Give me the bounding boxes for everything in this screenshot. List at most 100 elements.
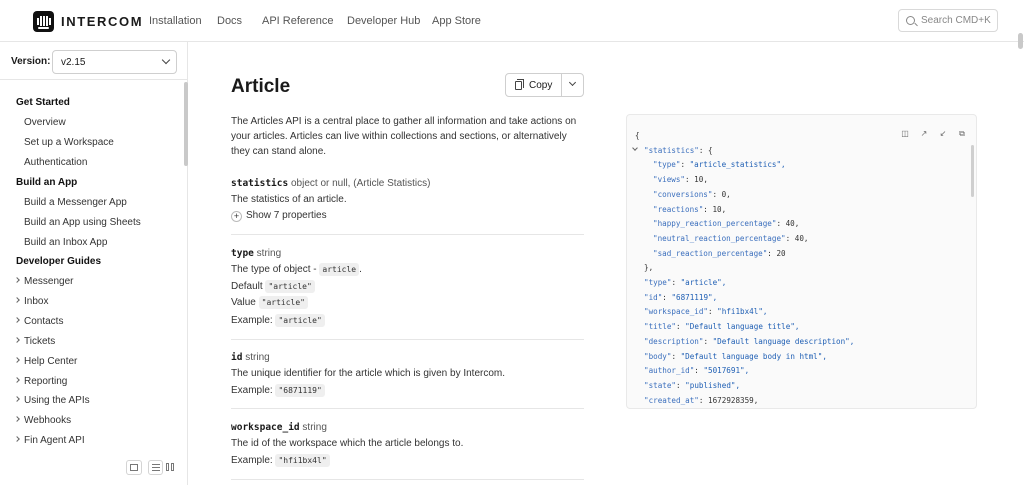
nav-api-reference[interactable]: API Reference [262,15,334,27]
code-line: "happy_reaction_percentage": 40, [653,219,800,229]
sidebar-item-build-messenger-app[interactable]: Build a Messenger App [24,197,127,208]
sidebar-item-messenger[interactable]: Messenger [14,276,74,287]
chevron-right-icon [14,416,20,422]
version-row: Version: v2.15 [0,42,188,80]
version-select[interactable]: v2.15 [52,50,177,74]
divider [231,234,584,235]
page-scrollbar[interactable] [1018,33,1023,49]
stacked-view-icon[interactable] [148,460,163,475]
search-input[interactable]: Search CMD+K [898,9,998,32]
sidebar-item-reporting[interactable]: Reporting [14,376,67,387]
layout-toggle-button[interactable] [126,460,142,475]
nav-app-store[interactable]: App Store [432,15,481,27]
code-line: "author_id": "5017691", [644,366,750,376]
sidebar-item-label: Messenger [24,276,74,287]
sidebar-item-authentication[interactable]: Authentication [24,157,87,168]
search-shortcut: CMD+K [955,15,991,26]
code-line: "workspace_id": "hfi1bx4l", [644,307,768,317]
prop-name: statistics [231,178,289,189]
brand-name[interactable]: INTERCOM [61,14,143,29]
prop-name: type [231,248,254,259]
example-label: Example: [231,455,273,466]
code-line: { [635,131,640,140]
code-scrollbar[interactable] [971,145,974,197]
sidebar-item-using-apis[interactable]: Using the APIs [14,395,90,406]
default-value: "article" [265,280,315,293]
prop-description-end: . [359,264,362,275]
collapse-icon[interactable]: ↙ [939,130,947,138]
code-line: "type": "article", [644,278,727,287]
copy-code-icon[interactable]: ⧉ [958,130,966,138]
value-label: Value [231,297,256,308]
prop-description: The statistics of an article. [231,194,347,205]
code-line: "description": "Default language descrip… [644,336,855,346]
chevron-down-icon[interactable] [568,78,577,87]
prop-value: Value "article" [231,296,308,309]
copy-label: Copy [529,80,553,91]
chevron-right-icon [14,357,20,363]
prop-name: id [231,352,243,363]
prop-type: string [302,422,327,433]
code-line: }, [644,263,654,273]
example-label: Example: [231,385,273,396]
prop-example: Example: "6871119" [231,384,325,397]
prop-description: The id of the workspace which the articl… [231,438,464,449]
divider [231,339,584,340]
code-line: "body": "Default language body in html", [644,351,827,361]
copy-icon [515,79,524,90]
divider [231,408,584,409]
prop-example: Example: "hfi1bx4l" [231,454,330,467]
sidebar-section-developer-guides[interactable]: Developer Guides [16,256,101,267]
side-by-side-view-icon[interactable] [163,460,177,475]
code-line: "reactions": 10, [653,204,727,214]
plus-icon: + [231,211,242,222]
sidebar: Version: v2.15 Get Started Overview Set … [0,42,188,485]
sidebar-item-label: Fin Agent API [24,435,85,446]
code-line: "title": "Default language title", [644,322,800,332]
code-line: "neutral_reaction_percentage": 40, [653,233,809,243]
code-line: "state": "published", [644,380,741,390]
code-line: "views": 10, [653,175,708,185]
collapse-toggle-icon[interactable] [632,145,638,151]
code-sample-panel[interactable]: ◫ ↗ ↙ ⧉ {"statistics": {"type": "article… [626,114,977,409]
code-line: "sad_reaction_percentage": 20 [653,248,786,258]
prop-description: The type of object - article. [231,263,362,276]
sidebar-item-help-center[interactable]: Help Center [14,356,77,367]
sidebar-item-tickets[interactable]: Tickets [14,336,55,347]
copy-button[interactable]: Copy [505,73,584,97]
sidebar-scrollbar[interactable] [184,82,188,166]
sidebar-item-fin-agent-api[interactable]: Fin Agent API [14,435,85,446]
search-icon [906,16,915,25]
sidebar-section-get-started[interactable]: Get Started [16,97,70,108]
divider [231,479,584,480]
intro-text: The Articles API is a central place to g… [231,116,577,157]
expand-icon[interactable]: ↗ [920,130,928,138]
nav-installation[interactable]: Installation [149,15,202,27]
search-placeholder: Search [921,15,953,26]
sidebar-item-build-app-sheets[interactable]: Build an App using Sheets [24,217,141,228]
sidebar-item-contacts[interactable]: Contacts [14,316,63,327]
sidebar-item-label: Using the APIs [24,395,90,406]
example-value: "hfi1bx4l" [275,454,330,467]
nav-docs[interactable]: Docs [217,15,242,27]
sidebar-item-overview[interactable]: Overview [24,117,66,128]
chevron-right-icon [14,277,20,283]
sidebar-item-build-inbox-app[interactable]: Build an Inbox App [24,237,107,248]
show-properties-button[interactable]: + Show 7 properties [231,210,327,222]
sidebar-item-set-up-workspace[interactable]: Set up a Workspace [24,137,114,148]
show-properties-label: Show 7 properties [246,210,327,221]
wrap-icon[interactable]: ◫ [901,130,909,138]
divider [561,74,562,96]
sidebar-item-label: Webhooks [24,415,72,426]
intercom-logo-icon[interactable] [33,11,54,32]
sidebar-item-label: Inbox [24,296,49,307]
chevron-right-icon [14,297,20,303]
sidebar-section-build-an-app[interactable]: Build an App [16,177,77,188]
chevron-right-icon [14,396,20,402]
value-value: "article" [258,296,308,309]
sidebar-item-webhooks[interactable]: Webhooks [14,415,72,426]
sidebar-item-inbox[interactable]: Inbox [14,296,49,307]
prop-description-text: The type of object - [231,264,317,275]
prop-type: string [256,248,282,259]
nav-developer-hub[interactable]: Developer Hub [347,15,420,27]
